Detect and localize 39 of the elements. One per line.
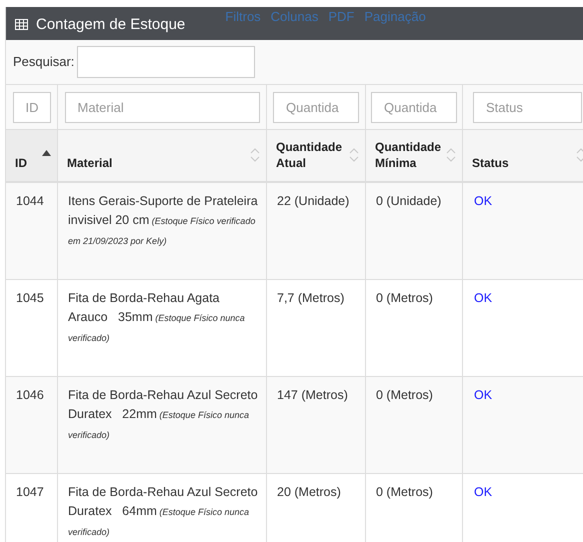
table-cell: 20 (Metros) xyxy=(277,485,341,499)
table-cell: 1045 xyxy=(16,291,44,305)
table-cell: 1044 xyxy=(16,194,44,208)
sort-up-icon[interactable] xyxy=(42,150,51,156)
table-cell: 0 (Metros) xyxy=(376,485,433,499)
table-cell: 1047 xyxy=(16,485,44,499)
column-header[interactable]: Quantidade Mínima xyxy=(366,130,463,181)
filter-field[interactable]: Quantida xyxy=(371,92,457,122)
column-header[interactable]: ID xyxy=(6,130,58,181)
status-text: OK xyxy=(474,194,492,208)
table-cell: 7,7 (Metros) xyxy=(277,291,344,305)
material-cell-text: Fita de Borda-Rehau Azul Secreto Duratex 22mm (Estoque Físico nunca verificado) xyxy=(68,387,258,442)
sort-icon[interactable] xyxy=(446,148,456,162)
filter-field[interactable]: ID xyxy=(12,92,50,122)
material-cell-text: Fita de Borda-Rehau Azul Secreto Duratex 64mm (Estoque Físico nunca verificado) xyxy=(68,484,258,539)
status-text: OK xyxy=(474,485,492,499)
panel-title: Contagem de Estoque xyxy=(36,17,186,32)
search-field[interactable] xyxy=(77,46,256,78)
column-header[interactable]: Status xyxy=(463,130,583,181)
search-label: Pesquisar: xyxy=(13,53,74,72)
status-text: OK xyxy=(474,388,492,402)
material-cell-text: Itens Gerais-Suporte de Prateleira invisivel 20 cm (Estoque Físico verificado em 21/09/2023 por Kely) xyxy=(68,193,258,248)
status-text: OK xyxy=(474,291,492,305)
filter-field[interactable]: Status xyxy=(473,92,582,122)
sort-icon[interactable] xyxy=(576,148,583,162)
sort-icon[interactable] xyxy=(250,148,260,162)
column-header[interactable]: Quantidade Atual xyxy=(267,130,366,181)
filter-field[interactable]: Quantida xyxy=(273,92,359,122)
table-cell: 22 (Unidade) xyxy=(277,194,350,208)
sort-icon[interactable] xyxy=(349,148,359,162)
column-header[interactable]: Material xyxy=(58,130,267,181)
table-cell: 0 (Unidade) xyxy=(376,194,442,208)
table-cell: 147 (Metros) xyxy=(277,388,348,402)
table-cell: 0 (Metros) xyxy=(376,388,433,402)
table-icon xyxy=(15,19,28,30)
table-cell: 0 (Metros) xyxy=(376,291,433,305)
material-cell-text: Fita de Borda-Rehau Agata Arauco 35mm (Estoque Físico nunca verificado) xyxy=(68,290,246,345)
table-cell: 1046 xyxy=(16,388,44,402)
filter-field[interactable]: Material xyxy=(64,92,260,122)
